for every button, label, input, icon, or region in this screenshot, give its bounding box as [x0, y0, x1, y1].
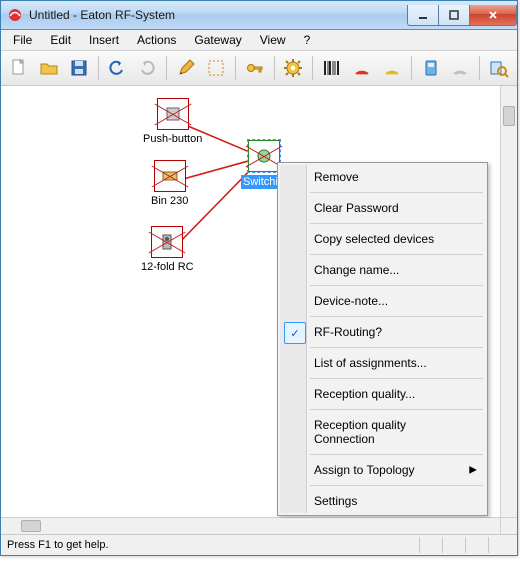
undo-button[interactable]	[103, 53, 131, 83]
menu-gateway[interactable]: Gateway	[186, 31, 249, 49]
menu-bar: File Edit Insert Actions Gateway View ?	[1, 30, 517, 51]
cm-separator	[310, 485, 483, 486]
cm-label: Connection	[314, 432, 375, 446]
cm-separator	[310, 192, 483, 193]
status-cell	[465, 537, 488, 553]
select-area-button[interactable]	[202, 53, 230, 83]
status-bar: Press F1 to get help.	[1, 534, 517, 555]
cm-label: Assign to Topology	[314, 463, 415, 477]
cm-reception-quality[interactable]: Reception quality...	[280, 382, 485, 406]
status-cell	[488, 537, 511, 553]
rf-gray-button[interactable]	[447, 53, 475, 83]
cm-separator	[310, 223, 483, 224]
menu-file[interactable]: File	[5, 31, 40, 49]
menu-actions[interactable]: Actions	[129, 31, 184, 49]
cm-label: RF-Routing?	[314, 325, 382, 339]
rf-red-button[interactable]	[348, 53, 376, 83]
cm-separator	[310, 316, 483, 317]
status-cell	[442, 537, 465, 553]
window-controls	[407, 5, 517, 26]
barcode-button[interactable]	[318, 53, 346, 83]
device-blue-button[interactable]	[417, 53, 445, 83]
toolbar-separator	[98, 56, 99, 80]
node-12fold-rc[interactable]: 12-fold RC	[141, 226, 194, 273]
status-cell	[419, 537, 442, 553]
menu-insert[interactable]: Insert	[81, 31, 127, 49]
horizontal-scrollbar[interactable]	[1, 517, 501, 534]
cm-label: Reception quality	[314, 418, 406, 432]
check-icon: ✓	[284, 322, 306, 344]
node-label: Push-button	[143, 133, 202, 145]
node-label: Bin 230	[151, 195, 188, 207]
edit-button[interactable]	[172, 53, 200, 83]
cm-settings[interactable]: Settings	[280, 489, 485, 513]
toolbar-separator	[235, 56, 236, 80]
status-hint: Press F1 to get help.	[7, 539, 109, 551]
close-button[interactable]	[469, 5, 517, 26]
minimize-button[interactable]	[407, 5, 439, 26]
cm-assign-topology[interactable]: Assign to Topology ▶	[280, 458, 485, 482]
node-bin230[interactable]: Bin 230	[151, 160, 188, 207]
toolbar-separator	[166, 56, 167, 80]
cm-change-name[interactable]: Change name...	[280, 258, 485, 282]
context-menu: Remove Clear Password Copy selected devi…	[277, 162, 488, 516]
cm-separator	[310, 409, 483, 410]
new-button[interactable]	[5, 53, 33, 83]
node-push-button[interactable]: Push-button	[143, 98, 202, 145]
toolbar	[1, 51, 517, 86]
settings-button[interactable]	[279, 53, 307, 83]
status-cells	[419, 537, 511, 553]
toolbar-separator	[312, 56, 313, 80]
menu-help[interactable]: ?	[296, 31, 319, 49]
search-device-button[interactable]	[485, 53, 513, 83]
title-bar[interactable]: Untitled - Eaton RF-System	[1, 1, 517, 30]
toolbar-separator	[479, 56, 480, 80]
key-button[interactable]	[241, 53, 269, 83]
push-button-icon	[157, 98, 189, 130]
cm-separator	[310, 347, 483, 348]
rf-yellow-button[interactable]	[378, 53, 406, 83]
save-button[interactable]	[65, 53, 93, 83]
cm-list-assignments[interactable]: List of assignments...	[280, 351, 485, 375]
diagram-canvas[interactable]: Push-button Bin 230 12-fold RC Switching…	[1, 86, 501, 518]
window-title: Untitled - Eaton RF-System	[29, 8, 407, 22]
scroll-corner	[500, 517, 517, 534]
cm-separator	[310, 378, 483, 379]
cm-separator	[310, 254, 483, 255]
cm-device-note[interactable]: Device-note...	[280, 289, 485, 313]
cm-reception-quality-connection[interactable]: Reception quality Connection	[280, 413, 485, 451]
cm-rf-routing[interactable]: ✓ RF-Routing?	[280, 320, 485, 344]
cm-clear-password[interactable]: Clear Password	[280, 196, 485, 220]
node-label: 12-fold RC	[141, 261, 194, 273]
app-icon	[7, 7, 23, 23]
toolbar-separator	[411, 56, 412, 80]
cm-separator	[310, 454, 483, 455]
bin230-icon	[154, 160, 186, 192]
cm-remove[interactable]: Remove	[280, 165, 485, 189]
cm-copy-selected[interactable]: Copy selected devices	[280, 227, 485, 251]
menu-edit[interactable]: Edit	[42, 31, 79, 49]
redo-button[interactable]	[133, 53, 161, 83]
scrollbar-thumb[interactable]	[21, 520, 41, 532]
submenu-arrow-icon: ▶	[469, 465, 477, 476]
cm-separator	[310, 285, 483, 286]
twelve-fold-rc-icon	[151, 226, 183, 258]
app-window: Untitled - Eaton RF-System File Edit Ins…	[0, 0, 518, 556]
switching-actuator-icon	[248, 140, 280, 172]
canvas-area: Push-button Bin 230 12-fold RC Switching…	[1, 86, 517, 534]
open-button[interactable]	[35, 53, 63, 83]
toolbar-separator	[274, 56, 275, 80]
maximize-button[interactable]	[439, 5, 469, 26]
menu-view[interactable]: View	[252, 31, 294, 49]
scrollbar-thumb[interactable]	[503, 106, 515, 126]
vertical-scrollbar[interactable]	[500, 86, 517, 518]
